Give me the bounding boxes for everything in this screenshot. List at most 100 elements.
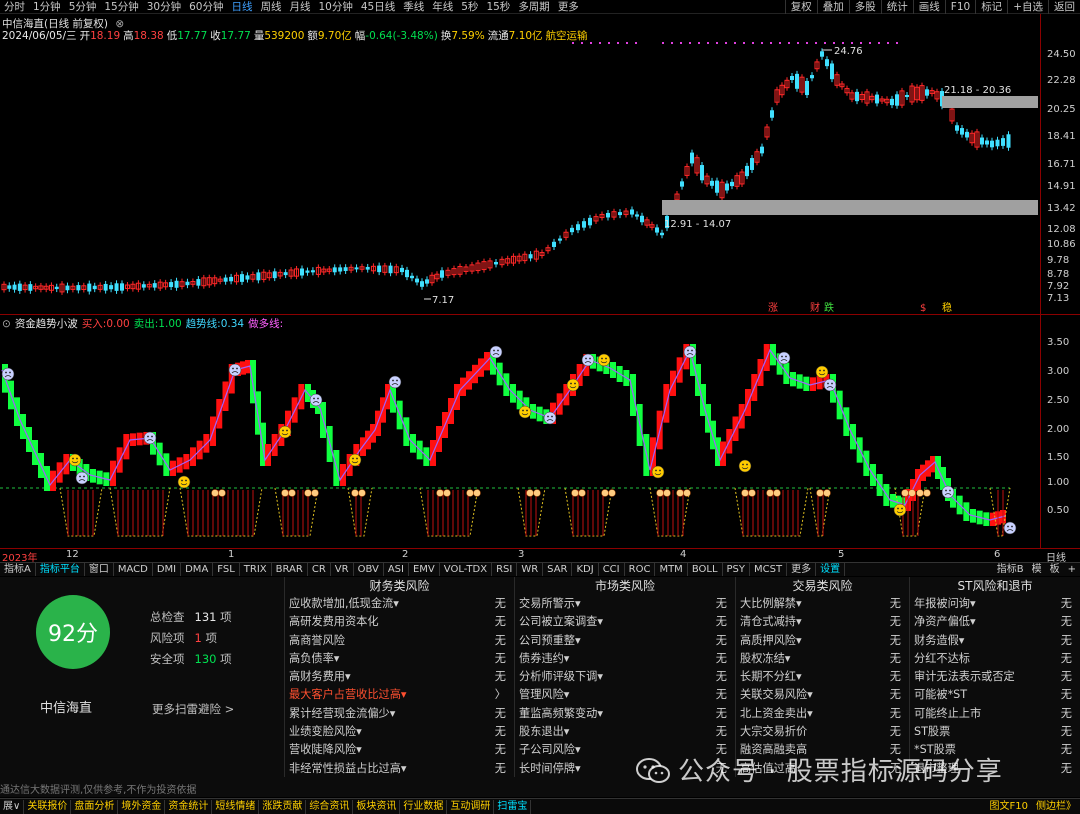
toolbar-button-5[interactable]: F10 — [944, 0, 975, 14]
risk-item[interactable]: 北上资金卖出▾ 无 — [736, 705, 909, 723]
timeframe-11[interactable]: 季线 — [399, 0, 428, 14]
indicator-tab-15[interactable]: RSI — [492, 563, 518, 576]
risk-item[interactable]: 业绩变脸风险▾ 无 — [285, 723, 514, 741]
timeframe-6[interactable]: 日线 — [228, 0, 257, 14]
event-marker[interactable]: $ — [920, 303, 926, 312]
toolbar-button-7[interactable]: +自选 — [1007, 0, 1048, 14]
bottom-tab-3[interactable]: 境外资金 — [118, 799, 166, 814]
risk-item[interactable]: 长期不分红▾ 无 — [736, 668, 909, 686]
risk-item[interactable]: 股东退出▾ 无 — [515, 723, 735, 741]
tab-right-button-2[interactable]: 板 — [1046, 563, 1064, 576]
tab-right-button-1[interactable]: 模 — [1028, 563, 1046, 576]
indicator-tab-14[interactable]: VOL-TDX — [440, 563, 493, 576]
more-scan-link[interactable]: 更多扫雷避险 > — [152, 701, 234, 717]
indicator-tab-19[interactable]: CCI — [599, 563, 625, 576]
event-marker[interactable]: 跌 — [824, 301, 834, 312]
risk-item[interactable]: 高商誉风险 无 — [285, 632, 514, 650]
risk-item[interactable]: ST股票 无 — [910, 723, 1080, 741]
indicator-tab-7[interactable]: TRIX — [240, 563, 272, 576]
risk-item[interactable]: 可能终止上市 无 — [910, 705, 1080, 723]
risk-item[interactable]: 应收款增加,低现金流▾ 无 — [285, 595, 514, 613]
tab-right-button-0[interactable]: 指标B — [993, 563, 1028, 576]
indicator-tab-11[interactable]: OBV — [354, 563, 384, 576]
timeframe-10[interactable]: 45日线 — [357, 0, 399, 14]
indicator-tab-6[interactable]: FSL — [213, 563, 240, 576]
bottom-tab-8[interactable]: 板块资讯 — [353, 799, 401, 814]
indicator-tab-26[interactable]: 设置 — [816, 563, 846, 576]
indicator-tab-25[interactable]: 更多 — [787, 563, 817, 576]
timeframe-4[interactable]: 30分钟 — [143, 0, 185, 14]
risk-item[interactable]: 高负债率▾ 无 — [285, 650, 514, 668]
indicator-name[interactable]: 资金趋势小波 — [15, 318, 78, 330]
event-marker[interactable]: 稳 — [942, 301, 952, 312]
indicator-tab-21[interactable]: MTM — [655, 563, 688, 576]
bottom-tab-0[interactable]: 展∨ — [0, 799, 25, 814]
indicator-tab-1[interactable]: 指标平台 — [36, 563, 85, 576]
risk-item[interactable]: 审计无法表示或否定 无 — [910, 668, 1080, 686]
bottom-tab-11[interactable]: 扫雷宝 — [494, 799, 532, 814]
risk-item[interactable]: 营收陡降风险▾ 无 — [285, 741, 514, 759]
timeframe-1[interactable]: 1分钟 — [29, 0, 65, 14]
toolbar-button-0[interactable]: 复权 — [784, 0, 817, 14]
tab-right-button-3[interactable]: + — [1064, 563, 1080, 576]
candlestick-chart[interactable]: 21.18 - 20.36 12.91 - 14.07 24.76 7.17 涨 财跌 $ 稳 — [0, 40, 1040, 312]
toolbar-button-2[interactable]: 多股 — [848, 0, 881, 14]
bottom-tab-2[interactable]: 盘面分析 — [71, 799, 119, 814]
risk-item[interactable]: 分红不达标 无 — [910, 650, 1080, 668]
risk-item[interactable]: 交易所警示▾ 无 — [515, 595, 735, 613]
bottom-tab-9[interactable]: 行业数据 — [400, 799, 448, 814]
risk-item[interactable]: 公司预重整▾ 无 — [515, 632, 735, 650]
timeframe-14[interactable]: 15秒 — [482, 0, 514, 14]
toolbar-button-8[interactable]: 返回 — [1048, 0, 1080, 14]
bottom-tab-5[interactable]: 短线情绪 — [212, 799, 260, 814]
indicator-tab-23[interactable]: PSY — [723, 563, 751, 576]
indicator-tab-3[interactable]: MACD — [114, 563, 153, 576]
indicator-tab-17[interactable]: SAR — [543, 563, 573, 576]
risk-item[interactable]: 累计经营现金流偏少▾ 无 — [285, 705, 514, 723]
indicator-tab-0[interactable]: 指标A — [0, 563, 36, 576]
risk-item[interactable]: 可能被*ST 无 — [910, 686, 1080, 704]
timeframe-16[interactable]: 更多 — [554, 0, 583, 14]
risk-item[interactable]: 高财务费用▾ 无 — [285, 668, 514, 686]
toolbar-button-6[interactable]: 标记 — [975, 0, 1007, 14]
risk-item[interactable]: 净资产偏低▾ 无 — [910, 613, 1080, 631]
risk-item[interactable]: 非经常性损益占比过高▾ 无 — [285, 760, 514, 778]
timeframe-8[interactable]: 月线 — [286, 0, 315, 14]
risk-item[interactable]: 大比例解禁▾ 无 — [736, 595, 909, 613]
risk-item[interactable]: 公司被立案调查▾ 无 — [515, 613, 735, 631]
indicator-tab-9[interactable]: CR — [308, 563, 331, 576]
timeframe-15[interactable]: 多周期 — [514, 0, 554, 14]
toolbar-button-3[interactable]: 统计 — [880, 0, 913, 14]
indicator-tab-8[interactable]: BRAR — [272, 563, 308, 576]
timeframe-13[interactable]: 5秒 — [457, 0, 482, 14]
indicator-tab-10[interactable]: VR — [331, 563, 354, 576]
risk-item[interactable]: 年报被问询▾ 无 — [910, 595, 1080, 613]
risk-item[interactable]: 董监高频繁变动▾ 无 — [515, 705, 735, 723]
risk-item[interactable]: 财务造假▾ 无 — [910, 632, 1080, 650]
indicator-tab-16[interactable]: WR — [517, 563, 544, 576]
timeframe-12[interactable]: 年线 — [428, 0, 457, 14]
risk-item[interactable]: 最大客户占营收比过高▾ 〉 — [285, 686, 514, 704]
indicator-tab-24[interactable]: MCST — [750, 563, 788, 576]
timeframe-9[interactable]: 10分钟 — [315, 0, 357, 14]
timeframe-5[interactable]: 60分钟 — [185, 0, 227, 14]
bottom-tab-1[interactable]: 关联报价 — [24, 799, 72, 814]
timeframe-3[interactable]: 15分钟 — [100, 0, 142, 14]
timeframe-7[interactable]: 周线 — [257, 0, 286, 14]
bottom-tab-4[interactable]: 资金统计 — [165, 799, 213, 814]
bottom-tab-7[interactable]: 综合资讯 — [306, 799, 354, 814]
bottom-tab-10[interactable]: 互动调研 — [447, 799, 495, 814]
risk-item[interactable]: 大宗交易折价 无 — [736, 723, 909, 741]
timeframe-2[interactable]: 5分钟 — [65, 0, 101, 14]
risk-item[interactable]: 管理风险▾ 无 — [515, 686, 735, 704]
event-marker[interactable]: 涨 — [768, 302, 778, 312]
indicator-tab-12[interactable]: ASI — [384, 563, 409, 576]
indicator-tab-2[interactable]: 窗口 — [85, 563, 114, 576]
indicator-tab-22[interactable]: BOLL — [688, 563, 723, 576]
risk-item[interactable]: 高研发费用资本化 无 — [285, 613, 514, 631]
indicator-tab-18[interactable]: KDJ — [572, 563, 599, 576]
bottom-tab-6[interactable]: 涨跌贡献 — [259, 799, 307, 814]
risk-item[interactable]: 分析师评级下调▾ 无 — [515, 668, 735, 686]
risk-item[interactable]: 高质押风险▾ 无 — [736, 632, 909, 650]
indicator-chart[interactable] — [0, 330, 1040, 548]
